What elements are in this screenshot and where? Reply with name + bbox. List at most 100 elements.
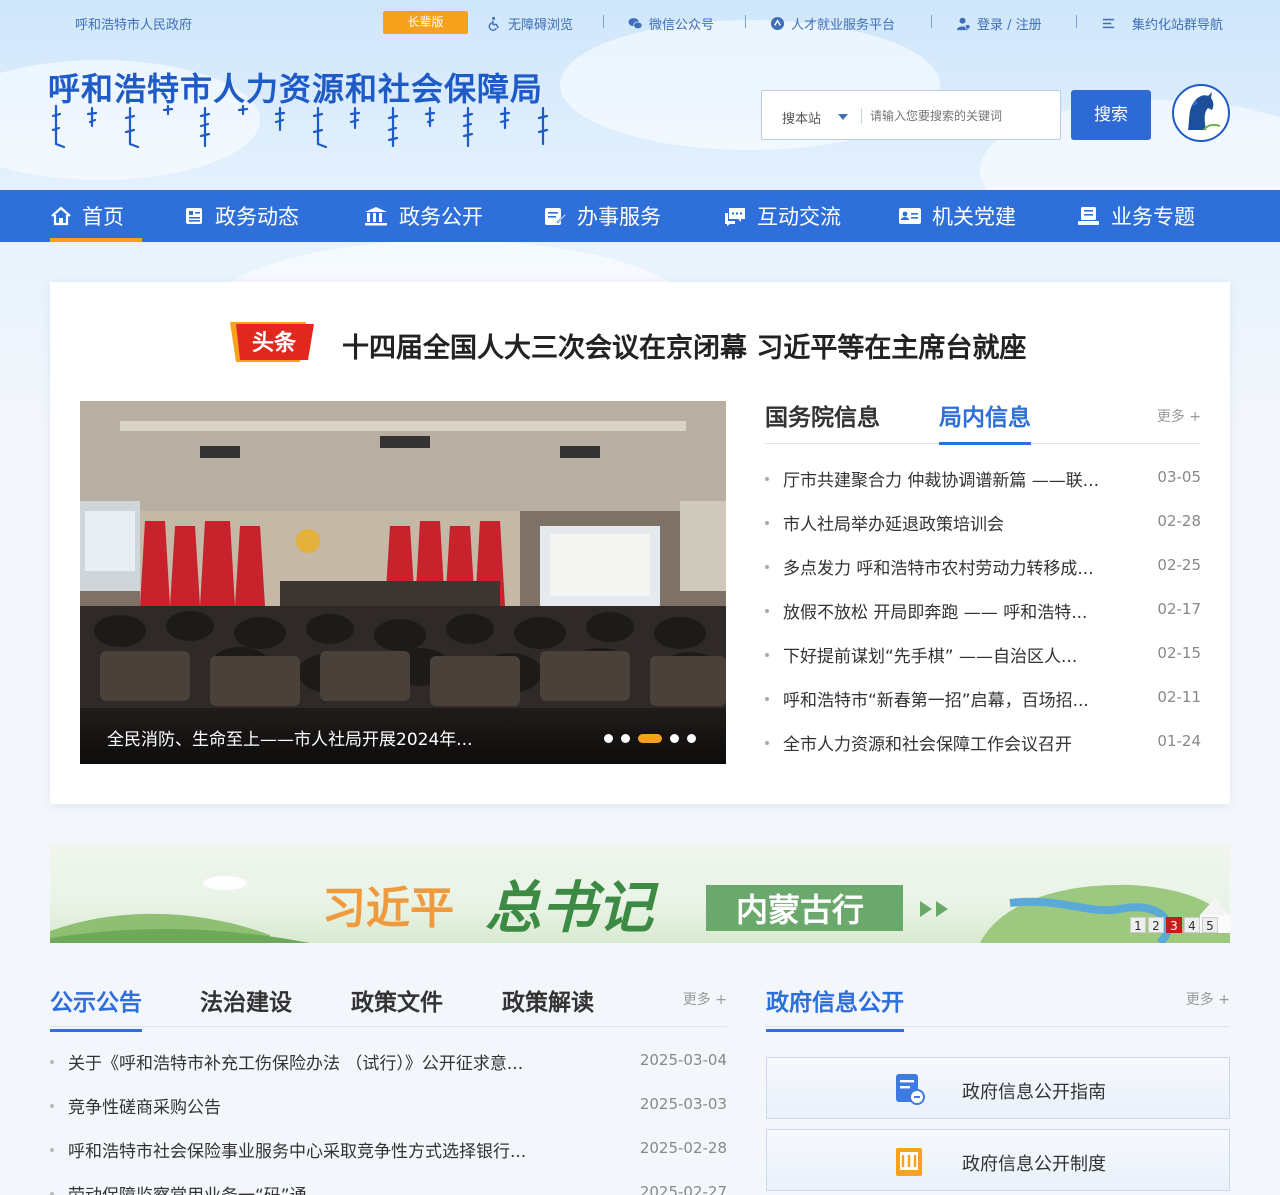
slide-dot-active[interactable] <box>638 734 662 743</box>
slide-dot[interactable] <box>604 734 613 743</box>
accessibility-icon <box>488 16 499 31</box>
list-item[interactable]: 市人社局举办延退政策培训会 02-28 <box>765 501 1201 545</box>
divider <box>861 108 862 124</box>
notice-title: 竞争性磋商采购公告 <box>68 1098 221 1118</box>
nav-item-interaction[interactable]: 互动交流 <box>723 190 841 242</box>
news-date: 02-17 <box>1157 600 1201 618</box>
wechat-link[interactable]: 微信公众号 <box>628 14 714 33</box>
nav-item-label: 机关党建 <box>932 205 1016 229</box>
gov-info-guide-button[interactable]: 政府信息公开指南 <box>766 1057 1230 1119</box>
banner-page-2[interactable]: 2 <box>1148 917 1164 933</box>
news-icon <box>186 208 202 224</box>
platform-icon <box>770 16 785 31</box>
headline-tag-label: 头条 <box>252 330 297 356</box>
news-title: 市人社局举办延退政策培训会 <box>783 515 1004 535</box>
search-input[interactable] <box>870 101 1050 131</box>
banner-page-4[interactable]: 4 <box>1184 917 1200 933</box>
wechat-icon <box>628 18 643 30</box>
divider <box>1076 15 1077 28</box>
news-title: 厅市共建聚合力 仲裁协调谱新篇 ——联... <box>783 471 1100 491</box>
list-item[interactable]: 下好提前谋划“先手棋” ——自治区人... 02-15 <box>765 633 1201 677</box>
tab-announcements[interactable]: 公示公告 <box>50 983 142 1032</box>
banner-page-5[interactable]: 5 <box>1202 917 1218 933</box>
accessibility-label: 无障碍浏览 <box>508 18 574 33</box>
list-item[interactable]: 多点发力 呼和浩特市农村劳动力转移成... 02-25 <box>765 545 1201 589</box>
list-item[interactable]: 厅市共建聚合力 仲裁协调谱新篇 ——联... 03-05 <box>765 457 1201 501</box>
banner-page-3[interactable]: 3 <box>1166 917 1182 933</box>
chevron-down-icon[interactable] <box>838 114 848 120</box>
topic-icon <box>1078 207 1099 225</box>
slide-caption[interactable]: 全民消防、生命至上——市人社局开展2024年... <box>107 725 472 750</box>
horse-logo[interactable] <box>1172 84 1230 142</box>
gov-info-rules-label: 政府信息公开制度 <box>962 1154 1106 1175</box>
nav-item-gov-open[interactable]: 政务公开 <box>363 190 483 242</box>
home-icon <box>51 206 71 226</box>
news-date: 02-15 <box>1157 644 1201 662</box>
headline-title[interactable]: 十四届全国人大三次会议在京闭幕 习近平等在主席台就座 <box>342 326 1026 365</box>
list-item[interactable]: 全市人力资源和社会保障工作会议召开 01-24 <box>765 721 1201 765</box>
divider <box>931 15 932 28</box>
slide-dot[interactable] <box>621 734 630 743</box>
notice-tabs: 公示公告 法治建设 政策文件 政策解读 更多 + <box>50 973 727 1032</box>
slide-dot[interactable] <box>670 734 679 743</box>
nav-item-services[interactable]: 办事服务 <box>543 190 661 242</box>
accessibility-link[interactable]: 无障碍浏览 <box>487 14 573 33</box>
talent-platform-label: 人才就业服务平台 <box>791 18 896 33</box>
search-button[interactable]: 搜索 <box>1071 90 1151 140</box>
notices-more-link[interactable]: 更多 + <box>683 989 727 1009</box>
info-tabs: 国务院信息 局内信息 更多 + <box>765 394 1201 445</box>
news-title: 放假不放松 开局即奔跑 —— 呼和浩特... <box>783 603 1088 623</box>
list-item[interactable]: 呼和浩特市社会保险事业服务中心采取竞争性方式选择银行... 2025-02-28 <box>50 1128 727 1172</box>
nav-item-label: 办事服务 <box>577 205 661 229</box>
list-item[interactable]: 劳动保障监察常用业务一“码”通 2025-02-27 <box>50 1172 727 1195</box>
slide-indicators <box>604 734 696 743</box>
notice-date: 2025-02-27 <box>639 1183 727 1195</box>
slide-dot[interactable] <box>687 734 696 743</box>
tab-policy-docs[interactable]: 政策文件 <box>351 983 443 1029</box>
tab-policy-interpretation[interactable]: 政策解读 <box>502 983 594 1029</box>
nav-item-topics[interactable]: 业务专题 <box>1077 190 1195 242</box>
gov-info-title[interactable]: 政府信息公开 <box>766 983 904 1032</box>
tab-bureau-info[interactable]: 局内信息 <box>939 398 1031 445</box>
list-item[interactable]: 放假不放松 开局即奔跑 —— 呼和浩特... 02-17 <box>765 589 1201 633</box>
banner-text-name: 习近平 <box>322 883 454 934</box>
service-icon <box>545 208 567 225</box>
nav-item-home[interactable]: 首页 <box>50 190 142 242</box>
headline-tag: 头条 <box>230 322 314 362</box>
nav-item-party[interactable]: 机关党建 <box>898 190 1016 242</box>
feature-banner[interactable]: 习近平 总书记 内蒙古行 1 2 3 4 5 <box>50 843 1230 943</box>
talent-platform-link[interactable]: 人才就业服务平台 <box>770 14 895 33</box>
elder-mode-button[interactable]: 长辈版 <box>383 11 468 34</box>
nav-item-label: 首页 <box>82 205 124 229</box>
headline-card: 头条 十四届全国人大三次会议在京闭幕 习近平等在主席台就座 全民消防、生命至上—… <box>50 282 1230 804</box>
gov-info-more-link[interactable]: 更多 + <box>1186 989 1230 1009</box>
horse-icon <box>1188 92 1221 131</box>
gov-info-guide-label: 政府信息公开指南 <box>962 1082 1106 1103</box>
main-nav: 首页 政务动态 政务公开 办事服务 互动交流 机关党建 业务专题 <box>0 190 1280 242</box>
login-link[interactable]: 登录 / 注册 <box>956 14 1042 33</box>
list-item[interactable]: 呼和浩特市“新春第一招”启幕，百场招... 02-11 <box>765 677 1201 721</box>
banner-page-1[interactable]: 1 <box>1130 917 1146 933</box>
tab-rule-of-law[interactable]: 法治建设 <box>200 983 292 1029</box>
news-date: 02-25 <box>1157 556 1201 574</box>
slideshow[interactable]: 全民消防、生命至上——市人社局开展2024年... <box>80 401 726 764</box>
news-title: 多点发力 呼和浩特市农村劳动力转移成... <box>783 559 1094 579</box>
tab-state-council[interactable]: 国务院信息 <box>765 398 880 442</box>
news-title: 呼和浩特市“新春第一招”启幕，百场招... <box>783 691 1089 711</box>
notice-title: 呼和浩特市社会保险事业服务中心采取竞争性方式选择银行... <box>68 1142 527 1162</box>
info-more-link[interactable]: 更多 + <box>1157 406 1201 426</box>
list-item[interactable]: 竞争性磋商采购公告 2025-03-03 <box>50 1084 727 1128</box>
list-item[interactable]: 关于《呼和浩特市补充工伤保险办法 （试行）》公开征求意... 2025-03-04 <box>50 1040 727 1084</box>
site-nav-link[interactable]: 集约化站群导航 <box>1101 14 1223 33</box>
news-date: 03-05 <box>1157 468 1201 486</box>
banner-text-title: 总书记 <box>485 875 659 941</box>
news-title: 全市人力资源和社会保障工作会议召开 <box>783 735 1072 755</box>
news-date: 02-11 <box>1157 688 1201 706</box>
gov-info-rules-button[interactable]: 政府信息公开制度 <box>766 1129 1230 1191</box>
menu-icon <box>1102 18 1115 29</box>
search-scope-select[interactable]: 搜本站 <box>782 108 821 127</box>
notice-title: 劳动保障监察常用业务一“码”通 <box>68 1181 568 1195</box>
gov-link[interactable]: 呼和浩特市人民政府 <box>75 14 192 33</box>
notice-date: 2025-03-03 <box>639 1095 727 1113</box>
nav-item-gov-news[interactable]: 政务动态 <box>183 190 299 242</box>
